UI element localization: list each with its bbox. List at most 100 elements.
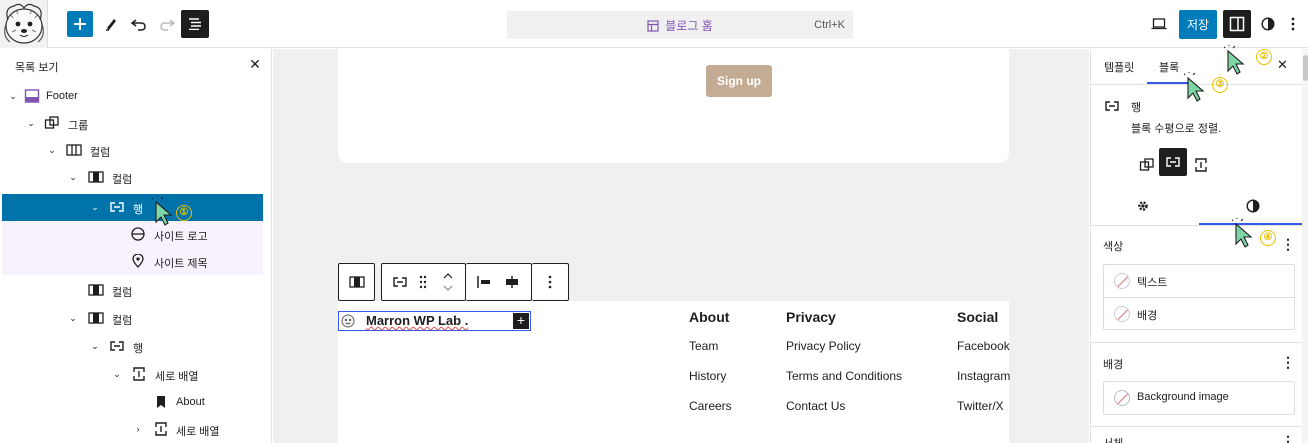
chevron-down-icon[interactable]: ⌄ xyxy=(68,312,78,324)
inline-add-block-button[interactable]: + xyxy=(513,313,529,329)
list-item-site-title[interactable]: 사이트 제목 xyxy=(2,248,263,275)
stack-icon xyxy=(1195,158,1207,172)
list-item-column[interactable]: ⌄ 컬럼 xyxy=(2,305,263,332)
document-overview-button[interactable] xyxy=(181,10,209,38)
footer-link[interactable]: History xyxy=(689,369,732,399)
move-up-down-icon[interactable] xyxy=(442,270,454,294)
list-item-about[interactable]: About xyxy=(2,389,263,416)
list-item-label: 컬럼 xyxy=(112,174,133,186)
styles-icon[interactable] xyxy=(1255,11,1281,37)
close-icon[interactable]: ✕ xyxy=(247,56,263,72)
background-image-label: Background image xyxy=(1137,391,1229,403)
footer-column-social: Social Facebook Instagram Twitter/X xyxy=(957,309,1010,429)
chevron-down-icon[interactable]: ⌄ xyxy=(112,368,122,380)
footer-link[interactable]: Careers xyxy=(689,399,732,429)
pencil-icon[interactable] xyxy=(98,11,124,37)
save-button[interactable]: 저장 xyxy=(1179,10,1217,39)
chevron-down-icon[interactable]: ⌄ xyxy=(90,340,100,352)
annotation-cursor-icon xyxy=(1184,72,1205,102)
options-menu-icon[interactable]: ⋮ xyxy=(1281,434,1295,443)
divider xyxy=(1091,426,1308,427)
site-logo-icon xyxy=(130,227,146,241)
list-item-label: 사이트 로고 xyxy=(154,231,208,243)
options-menu-icon[interactable] xyxy=(1286,11,1300,37)
empty-swatch-icon xyxy=(1114,306,1130,322)
background-image-row[interactable]: Background image xyxy=(1104,382,1294,414)
chevron-down-icon[interactable]: ⌄ xyxy=(90,201,100,213)
command-palette-bar[interactable]: 블로그 홈 Ctrl+K xyxy=(507,11,853,39)
list-view-title: 목록 보기 xyxy=(15,62,59,74)
chevron-down-icon[interactable]: ⌄ xyxy=(8,90,18,102)
settings-toggle-button[interactable] xyxy=(1223,10,1251,38)
options-menu-icon[interactable]: ⋮ xyxy=(1281,237,1295,251)
footer-link[interactable]: Facebook xyxy=(957,339,1010,369)
drag-handle-icon[interactable] xyxy=(418,275,428,289)
parent-block-button[interactable] xyxy=(338,263,375,301)
settings-sidebar: 템플릿 블록 ✕ 행 블록 수평으로 정렬. 색상 ⋮ 텍스트 배경 배경 ⋮ xyxy=(1090,49,1308,443)
footer-link[interactable]: Contact Us xyxy=(786,399,902,429)
add-block-button[interactable] xyxy=(67,11,93,37)
styles-tab-icon[interactable] xyxy=(1246,199,1262,215)
scrollbar[interactable] xyxy=(1302,49,1308,443)
close-icon[interactable]: ✕ xyxy=(1277,57,1288,73)
undo-icon[interactable] xyxy=(126,11,152,37)
site-title-text: Marron WP Lab . xyxy=(366,313,469,328)
block-options-button[interactable] xyxy=(532,263,569,301)
tab-template[interactable]: 템플릿 xyxy=(1104,59,1134,75)
group-icon xyxy=(44,116,60,130)
list-item-row[interactable]: ⌄ 행 xyxy=(2,333,263,360)
variation-row-button[interactable] xyxy=(1159,148,1187,176)
list-item-footer[interactable]: ⌄ Footer xyxy=(2,83,263,110)
footer-link[interactable]: Instagram xyxy=(957,369,1010,399)
variation-group-button[interactable] xyxy=(1135,153,1159,177)
list-item-row-selected[interactable]: ⌄ 행 xyxy=(2,194,263,221)
column-icon xyxy=(88,283,104,297)
justify-left-icon[interactable] xyxy=(476,275,492,289)
options-menu-icon[interactable]: ⋮ xyxy=(1281,355,1295,369)
list-item-group[interactable]: ⌄ 그룹 xyxy=(2,110,263,137)
column-icon xyxy=(88,170,104,184)
chevron-down-icon[interactable]: ⌄ xyxy=(68,171,78,183)
list-item-site-logo[interactable]: 사이트 로고 xyxy=(2,221,263,248)
footer-link[interactable]: Terms and Conditions xyxy=(786,369,902,399)
list-item-label: 사이트 제목 xyxy=(154,258,208,270)
chevron-right-icon[interactable]: › xyxy=(133,423,143,435)
scrollbar-thumb[interactable] xyxy=(1303,55,1308,81)
row-icon[interactable] xyxy=(392,275,408,289)
chevron-down-icon[interactable]: ⌄ xyxy=(26,117,36,129)
sign-up-button[interactable]: Sign up xyxy=(706,65,772,97)
background-section-title: 배경 xyxy=(1103,359,1124,371)
empty-swatch-icon xyxy=(1114,273,1130,289)
list-item-label: 세로 배열 xyxy=(155,371,199,383)
align-center-icon[interactable] xyxy=(504,275,520,289)
annotation-cursor-icon xyxy=(152,196,173,226)
site-logo-icon xyxy=(341,314,355,328)
divider xyxy=(1091,225,1308,226)
chevron-down-icon[interactable]: ⌄ xyxy=(47,144,57,156)
footer-link[interactable]: Team xyxy=(689,339,732,369)
settings-tab-gear-icon[interactable] xyxy=(1136,199,1152,215)
list-item-column[interactable]: ⌄ 컬럼 xyxy=(2,164,263,191)
list-item-column[interactable]: 컬럼 xyxy=(2,277,263,304)
site-title-block[interactable]: Marron WP Lab . + xyxy=(338,311,531,331)
list-item-label: 행 xyxy=(133,343,144,355)
footer-heading: Privacy xyxy=(786,309,836,325)
row-icon xyxy=(1105,101,1119,111)
image-placeholder-icon xyxy=(1114,390,1130,406)
footer-link[interactable]: Privacy Policy xyxy=(786,339,902,369)
desktop-preview-icon[interactable] xyxy=(1146,11,1172,37)
redo-icon[interactable] xyxy=(154,11,180,37)
tab-block[interactable]: 블록 xyxy=(1159,59,1179,75)
list-item-columns[interactable]: ⌄ 컬럼 xyxy=(2,137,263,164)
typography-section-title: 서체 xyxy=(1103,435,1123,443)
site-icon[interactable] xyxy=(0,0,48,48)
footer-column-about: About Team History Careers xyxy=(689,309,732,429)
footer-link[interactable]: Twitter/X xyxy=(957,399,1010,429)
annotation-badge: ② xyxy=(1256,49,1272,65)
background-image-box[interactable]: Background image xyxy=(1103,381,1295,415)
list-item-stack[interactable]: ⌄ 세로 배열 xyxy=(2,361,263,388)
color-text-row[interactable]: 텍스트 xyxy=(1104,265,1294,297)
variation-stack-button[interactable] xyxy=(1191,153,1215,177)
list-item-stack[interactable]: › 세로 배열 xyxy=(2,416,263,443)
color-background-row[interactable]: 배경 xyxy=(1104,297,1294,329)
